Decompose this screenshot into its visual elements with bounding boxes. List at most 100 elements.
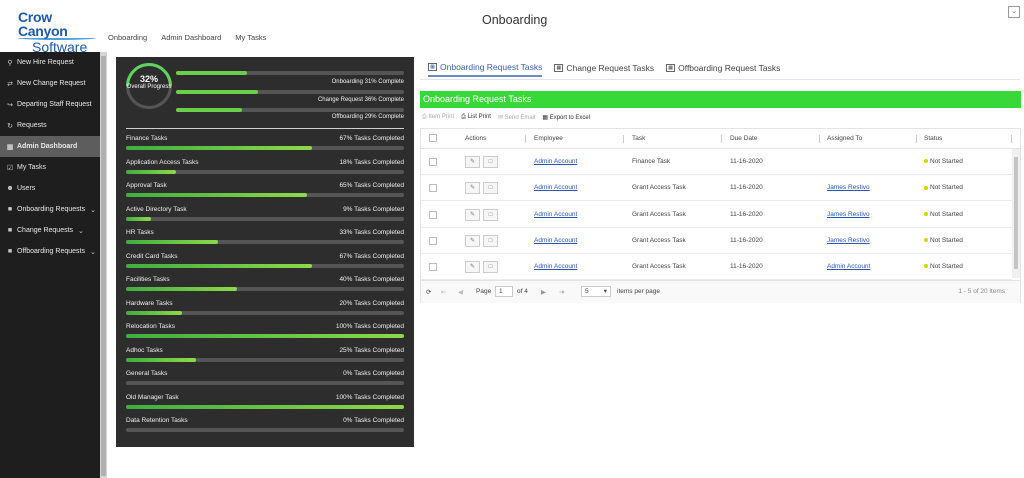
last-page-icon[interactable]: ⇥ bbox=[559, 288, 564, 296]
grid-toolbar: ⎙ Item Print ⎙ List Print ✉ Send Email ▦… bbox=[422, 114, 590, 121]
sidebar-item-my-tasks[interactable]: ☑ My Tasks bbox=[0, 157, 100, 178]
task-progress-track bbox=[126, 146, 404, 150]
column-header-status[interactable]: Status bbox=[924, 135, 942, 142]
table-row[interactable]: ✎ □ Admin Account Grant Access Task 11-16-20… bbox=[421, 202, 1012, 228]
page-size-select[interactable]: 5 ▾ bbox=[581, 286, 611, 297]
table-row[interactable]: ✎ □ Admin Account Finance Task 11-16-2020 Not… bbox=[421, 149, 1012, 175]
tab-onboarding-request-tasks[interactable]: ▦ Onboarding Request Tasks bbox=[428, 62, 543, 77]
chevron-down-icon[interactable]: ⌄ bbox=[1008, 6, 1020, 18]
task-progress-fill bbox=[126, 334, 404, 338]
edit-icon[interactable]: ✎ bbox=[465, 156, 480, 168]
task-progress-track bbox=[126, 381, 404, 385]
page-number-input[interactable]: 1 bbox=[495, 286, 513, 297]
task-progress-fill bbox=[126, 310, 182, 315]
list-print-button[interactable]: ⎙ List Print bbox=[461, 114, 491, 121]
export-excel-button[interactable]: ▦ Export to Excel bbox=[542, 114, 590, 121]
topnav-admin-dashboard[interactable]: Admin Dashboard bbox=[161, 33, 221, 42]
edit-icon[interactable]: ✎ bbox=[465, 234, 480, 247]
column-header-due-date[interactable]: Due Date bbox=[730, 135, 757, 142]
status-dot-icon bbox=[924, 238, 928, 243]
task-cell: Grant Access Task bbox=[632, 236, 686, 244]
status-text: Not Started bbox=[930, 184, 963, 192]
sidebar-item-requests[interactable]: ↻ Requests bbox=[0, 115, 100, 136]
topnav-onboarding[interactable]: Onboarding bbox=[108, 33, 147, 42]
view-document-icon[interactable]: □ bbox=[483, 261, 498, 274]
row-checkbox[interactable] bbox=[429, 158, 437, 166]
select-all-checkbox[interactable] bbox=[429, 134, 437, 142]
edit-icon[interactable]: ✎ bbox=[465, 208, 480, 221]
sidebar-item-change-requests[interactable]: ■ Change Requests ⌄ bbox=[0, 220, 100, 241]
table-row[interactable]: ✎ □ Admin Account Grant Access Task 11-16-20… bbox=[421, 228, 1012, 254]
assigned-to-link[interactable]: James Restivo bbox=[827, 237, 870, 244]
column-header-assigned-to[interactable]: Assigned To bbox=[827, 135, 862, 142]
row-checkbox[interactable] bbox=[429, 263, 437, 272]
sidebar-item-new-change-request[interactable]: ⇄ New Change Request bbox=[0, 73, 100, 94]
refresh-icon[interactable]: ⟳ bbox=[426, 288, 431, 296]
crow-canyon-logo[interactable]: Crow Canyon Software bbox=[18, 10, 98, 54]
column-header-actions[interactable]: Actions bbox=[465, 135, 486, 142]
task-progress-track bbox=[126, 428, 404, 432]
table-row[interactable]: ✎ □ Admin Account Grant Access Task 11-16-20… bbox=[421, 254, 1012, 281]
employee-link[interactable]: Admin Account bbox=[534, 158, 577, 165]
sidebar-scrollbar-thumb[interactable] bbox=[101, 56, 106, 476]
view-document-icon[interactable]: □ bbox=[483, 156, 498, 168]
chevron-down-icon: ⌄ bbox=[78, 227, 84, 235]
task-progress-row: Application Access Tasks 18% Tasks Comple… bbox=[126, 159, 404, 182]
summary-fill bbox=[176, 108, 243, 112]
sidebar-item-admin-dashboard[interactable]: ▦ Admin Dashboard bbox=[0, 136, 100, 157]
row-checkbox[interactable] bbox=[429, 236, 437, 245]
prev-page-icon[interactable]: ◀ bbox=[458, 288, 463, 296]
send-email-button[interactable]: ✉ Send Email bbox=[498, 114, 535, 121]
sidebar-item-offboarding-requests[interactable]: ■ Offboarding Requests ⌄ bbox=[0, 241, 100, 262]
sidebar-item-new-hire-request[interactable]: ⚲ New Hire Request bbox=[0, 52, 100, 73]
task-progress-count: 20% Tasks Completed bbox=[339, 299, 404, 307]
assigned-to-link[interactable]: James Restivo bbox=[827, 211, 870, 218]
column-separator bbox=[721, 135, 722, 143]
first-page-icon[interactable]: ⇤ bbox=[441, 288, 446, 296]
sidebar-item-onboarding-requests[interactable]: ■ Onboarding Requests ⌄ bbox=[0, 199, 100, 220]
task-progress-name: Data Retention Tasks bbox=[126, 417, 188, 424]
summary-fill bbox=[176, 90, 259, 94]
topnav-my-tasks[interactable]: My Tasks bbox=[235, 33, 266, 42]
column-separator bbox=[623, 135, 624, 143]
progress-panel: 32% Overall Progress Onboarding 31% Comp… bbox=[116, 53, 414, 447]
grid-header: Actions Employee Task Due Date Assigned … bbox=[421, 129, 1020, 149]
top-nav: Onboarding Admin Dashboard My Tasks bbox=[108, 33, 266, 42]
row-checkbox[interactable] bbox=[429, 210, 437, 219]
row-checkbox[interactable] bbox=[429, 184, 437, 193]
employee-link[interactable]: Admin Account bbox=[534, 211, 577, 218]
assigned-to-link[interactable]: James Restivo bbox=[827, 184, 870, 191]
tab-change-request-tasks[interactable]: ▦ Change Request Tasks bbox=[554, 62, 654, 77]
task-progress-count: 0% Tasks Completed bbox=[343, 417, 404, 424]
column-header-task[interactable]: Task bbox=[632, 135, 645, 142]
due-date-cell: 11-16-2020 bbox=[730, 210, 763, 218]
view-document-icon[interactable]: □ bbox=[483, 182, 498, 195]
status-cell: Not Started bbox=[924, 184, 963, 191]
next-page-icon[interactable]: ▶ bbox=[541, 288, 546, 296]
assigned-to-link[interactable]: Admin Account bbox=[827, 263, 870, 270]
edit-icon[interactable]: ✎ bbox=[465, 182, 480, 195]
checkbox-icon: ☑ bbox=[6, 164, 14, 172]
column-separator bbox=[916, 135, 917, 143]
task-progress-name: Application Access Tasks bbox=[126, 158, 199, 166]
employee-link[interactable]: Admin Account bbox=[534, 237, 577, 244]
task-progress-track bbox=[126, 193, 404, 197]
view-document-icon[interactable]: □ bbox=[483, 234, 498, 247]
grid-scrollbar-thumb[interactable] bbox=[1014, 157, 1018, 269]
summary-track bbox=[176, 71, 404, 75]
task-progress-count: 67% Tasks Completed bbox=[339, 252, 404, 260]
employee-link[interactable]: Admin Account bbox=[534, 184, 577, 191]
view-document-icon[interactable]: □ bbox=[483, 208, 498, 221]
tab-offboarding-request-tasks[interactable]: ▦ Offboarding Request Tasks bbox=[666, 62, 780, 77]
edit-icon[interactable]: ✎ bbox=[465, 261, 480, 274]
sidebar-item-users[interactable]: ☻ Users bbox=[0, 178, 100, 199]
employee-link[interactable]: Admin Account bbox=[534, 263, 577, 270]
summary-fill bbox=[176, 71, 247, 75]
table-icon: ▦ bbox=[428, 63, 437, 71]
grid-pager: ⟳ ⇤ ◀ Page 1 of 4 ▶ ⇥ 5 ▾ items per page … bbox=[421, 280, 1020, 303]
item-print-button[interactable]: ⎙ Item Print bbox=[422, 114, 454, 121]
sidebar-item-departing-staff-request[interactable]: ↪ Departing Staff Request bbox=[0, 94, 100, 115]
column-header-employee[interactable]: Employee bbox=[534, 135, 563, 142]
exit-icon: ↪ bbox=[7, 101, 13, 109]
table-row[interactable]: ✎ □ Admin Account Grant Access Task 11-16-20… bbox=[421, 175, 1012, 202]
